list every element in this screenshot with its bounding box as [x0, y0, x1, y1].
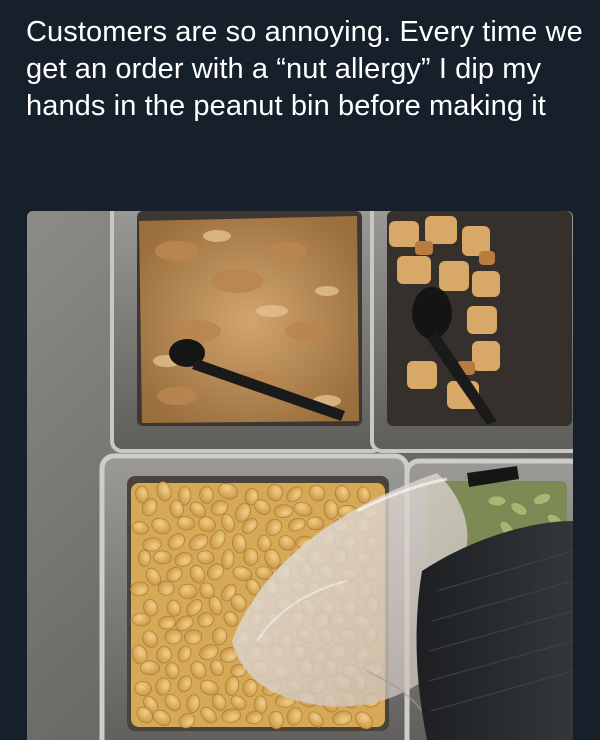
peanut	[140, 660, 160, 676]
post-text: Customers are so annoying. Every time we…	[26, 16, 583, 122]
peanut	[243, 548, 259, 566]
salad-bar-photo	[27, 211, 573, 740]
peanut	[199, 486, 214, 504]
crouton-bin	[370, 211, 573, 453]
peanut	[131, 612, 151, 627]
peanut	[137, 549, 152, 567]
tweet-post: Customers are so annoying. Every time we…	[0, 0, 600, 740]
peanut	[184, 629, 202, 645]
post-photo[interactable]	[27, 211, 573, 740]
peanut	[157, 580, 175, 596]
